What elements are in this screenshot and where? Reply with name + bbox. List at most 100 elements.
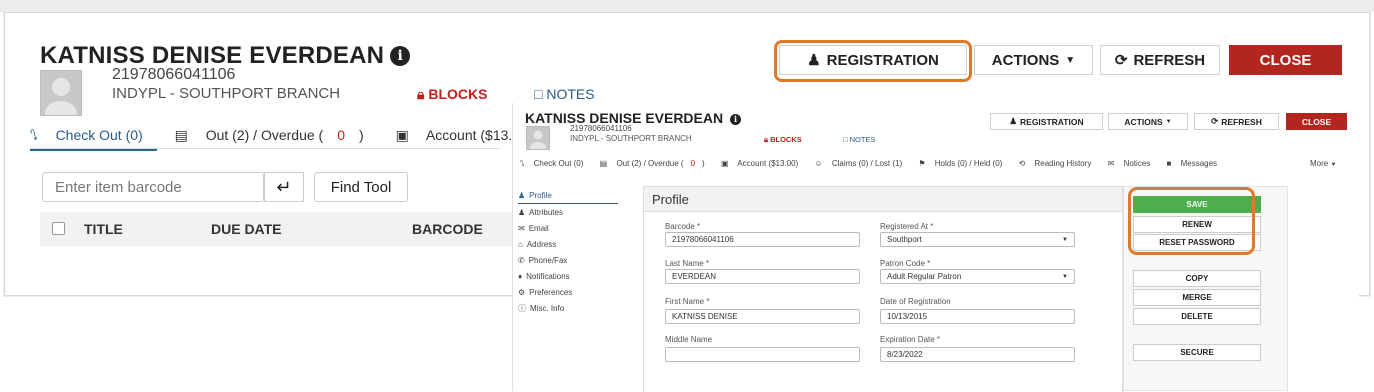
patron-barcode-small: 21978066041106 <box>570 124 632 133</box>
notes-link-small[interactable]: □ NOTES <box>843 135 875 144</box>
merge-button[interactable]: MERGE <box>1133 289 1261 306</box>
user-silhouette-icon <box>45 78 77 115</box>
tab-more[interactable]: More ▼ <box>1310 159 1336 168</box>
notes-link[interactable]: □ NOTES <box>534 86 595 102</box>
close-button-small[interactable]: CLOSE <box>1286 113 1347 130</box>
home-icon: ⌂ <box>518 239 523 249</box>
middle-name-field[interactable] <box>665 347 860 362</box>
sidebar-item-phone-fax[interactable]: ✆ Phone/Fax <box>518 252 618 268</box>
refresh-button-small[interactable]: ⟳ REFRESH <box>1194 113 1279 130</box>
sidebar-item-address[interactable]: ⌂ Address <box>518 236 618 252</box>
books-icon-small: ▤ <box>599 159 608 168</box>
lock-icon-small: 🔒︎ <box>764 135 768 144</box>
sidebar-item-misc-info[interactable]: ⓘ Misc. Info <box>518 300 618 316</box>
history-icon: ⟲ <box>1018 159 1026 168</box>
patron-tabs: ⭛ Check Out (0) ▤ Out (2) / Overdue (0) … <box>30 127 561 151</box>
blocks-link[interactable]: 🔒︎ BLOCKS <box>417 86 487 103</box>
tab-messages[interactable]: ■ Messages <box>1167 159 1225 168</box>
actions-button[interactable]: ACTIONS ▼ <box>974 45 1093 75</box>
tab-reading-history[interactable]: ⟲ Reading History <box>1019 159 1099 168</box>
tab-claims-lost[interactable]: ☺ Claims (0) / Lost (1) <box>814 159 909 168</box>
sidebar-item-preferences[interactable]: ⚙ Preferences <box>518 284 618 300</box>
info-icon[interactable]: i <box>390 46 411 66</box>
expiration-date-label: Expiration Date * <box>880 335 941 344</box>
tab-out-overdue[interactable]: ▤ Out (2) / Overdue (0) <box>175 127 378 143</box>
avatar-small <box>526 126 550 150</box>
info-icon-small[interactable]: i <box>730 114 741 125</box>
money-icon: ▣ <box>395 127 409 143</box>
tab-holds-held[interactable]: ⚑ Holds (0) / Held (0) <box>918 159 1009 168</box>
avatar <box>40 70 82 116</box>
enter-button[interactable]: ↵ <box>264 172 304 202</box>
profile-heading: Profile <box>643 186 1123 212</box>
sidebar-item-notifications[interactable]: ♦ Notifications <box>518 268 618 284</box>
secure-button[interactable]: SECURE <box>1133 344 1261 361</box>
highlight-save-renew-reset <box>1128 187 1255 255</box>
copy-button[interactable]: COPY <box>1133 270 1261 287</box>
patron-branch: INDYPL - SOUTHPORT BRANCH <box>112 85 341 102</box>
highlight-registration <box>774 40 972 82</box>
upload-icon: ⭛ <box>30 127 38 143</box>
caret-down-icon-registered: ▼ <box>1062 236 1068 243</box>
date-of-registration-label: Date of Registration <box>880 297 951 306</box>
registered-at-label: Registered At * <box>880 222 934 231</box>
column-barcode: BARCODE <box>412 221 483 237</box>
tab-account-small[interactable]: ▣ Account ($13.00) <box>721 159 805 168</box>
tabs-divider <box>30 148 500 149</box>
refresh-icon: ⟳ <box>1114 52 1128 69</box>
patron-branch-small: INDYPL - SOUTHPORT BRANCH <box>570 134 692 143</box>
patron-code-select[interactable]: Adult Regular Patron ▼ <box>880 269 1075 284</box>
refresh-button[interactable]: ⟳ REFRESH <box>1100 45 1220 75</box>
column-due-date: DUE DATE <box>211 221 282 237</box>
bell-icon: ♦ <box>518 271 523 281</box>
tab-notices[interactable]: ✉ Notices <box>1108 159 1158 168</box>
sidebar-item-attributes[interactable]: ♟ Attributes <box>518 204 618 220</box>
tab-out-overdue-small[interactable]: ▤ Out (2) / Overdue (0) <box>600 159 712 168</box>
sidebar-item-profile[interactable]: ♟ Profile <box>518 187 618 204</box>
expiration-date-field[interactable]: 8/23/2022 <box>880 347 1075 362</box>
find-tool-button[interactable]: Find Tool <box>314 172 408 202</box>
caret-down-icon: ▼ <box>1065 54 1076 66</box>
profile-sidebar: ♟ Profile ♟ Attributes ✉ Email ⌂ Address ✆ Ph… <box>518 187 618 316</box>
patron-name-small: KATNISS DENISE EVERDEAN i <box>525 110 741 126</box>
column-title: TITLE <box>84 221 123 237</box>
enter-icon: ↵ <box>276 176 292 197</box>
blocks-link-small[interactable]: 🔒︎ BLOCKS <box>764 135 802 145</box>
item-barcode-input[interactable]: Enter item barcode <box>42 172 264 202</box>
patron-barcode: 21978066041106 <box>112 66 236 83</box>
tab-checkout-small[interactable]: ⭛ Check Out (0) <box>520 159 590 168</box>
note-icon: □ <box>534 86 543 102</box>
patron-tabs-small: ⭛ Check Out (0) ▤ Out (2) / Overdue (0) … <box>520 159 1231 168</box>
refresh-icon-small: ⟳ <box>1211 116 1219 126</box>
last-name-field[interactable]: EVERDEAN <box>665 269 860 284</box>
barcode-field[interactable]: 21978066041106 <box>665 232 860 247</box>
phone-icon: ✆ <box>518 255 525 265</box>
caret-down-icon-more: ▼ <box>1330 162 1337 168</box>
upload-icon-small: ⭛ <box>520 159 525 168</box>
date-of-registration-field[interactable]: 10/13/2015 <box>880 309 1075 324</box>
comment-icon: ■ <box>1166 159 1172 168</box>
books-icon: ▤ <box>174 127 188 143</box>
sidebar-item-email[interactable]: ✉ Email <box>518 220 618 236</box>
user-icon-small: ♟ <box>1009 116 1018 126</box>
middle-name-label: Middle Name <box>665 335 713 344</box>
smile-icon: ☺ <box>814 159 823 168</box>
caret-down-icon-patron-code: ▼ <box>1062 273 1068 280</box>
delete-button[interactable]: DELETE <box>1133 308 1261 325</box>
actions-button-small[interactable]: ACTIONS ▼ <box>1108 113 1188 130</box>
close-button[interactable]: CLOSE <box>1229 45 1342 75</box>
cogs-icon: ⚙ <box>518 287 526 297</box>
registration-button-small[interactable]: ♟ REGISTRATION <box>990 113 1103 130</box>
envelope-icon-side: ✉ <box>518 223 525 233</box>
select-all-checkbox[interactable] <box>52 222 65 235</box>
note-icon-small: □ <box>843 135 848 144</box>
patron-code-label: Patron Code * <box>880 259 931 268</box>
lock-icon: 🔒︎ <box>417 86 425 102</box>
user-icon-side: ♟ <box>518 190 526 200</box>
last-name-label: Last Name * <box>665 259 710 268</box>
top-shade <box>0 0 1374 12</box>
first-name-field[interactable]: KATNISS DENISE <box>665 309 860 324</box>
first-name-label: First Name * <box>665 297 710 306</box>
envelope-icon: ✉ <box>1107 159 1115 168</box>
registered-at-select[interactable]: Southport ▼ <box>880 232 1075 247</box>
